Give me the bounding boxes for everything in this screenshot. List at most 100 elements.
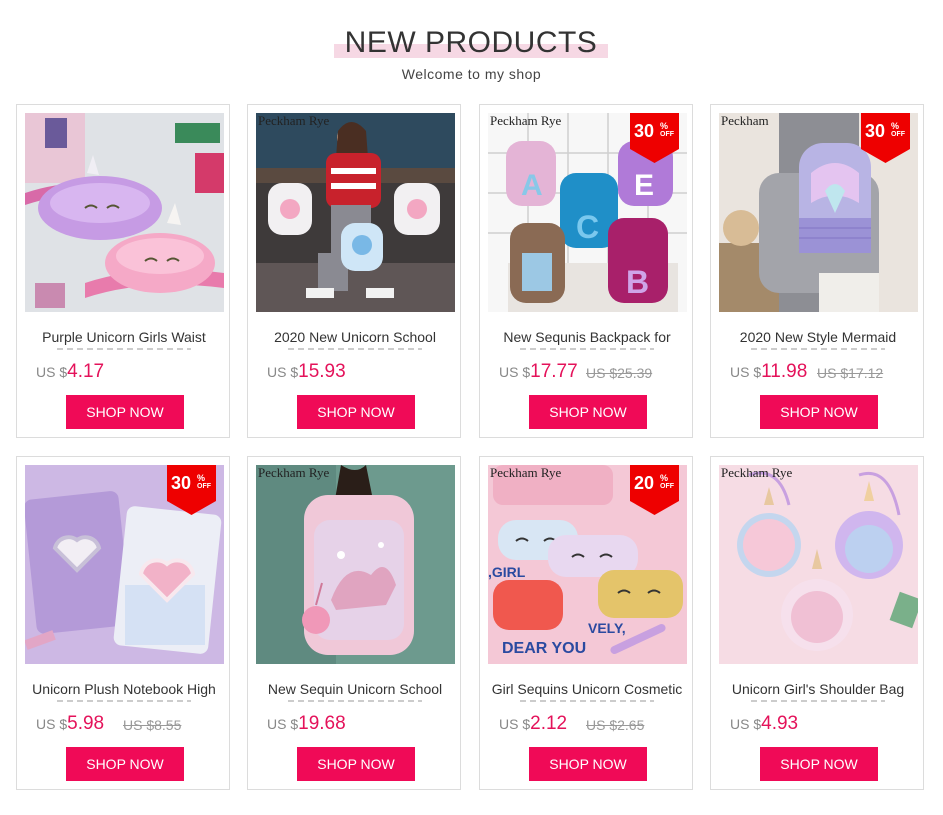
header: NEW PRODUCTS Welcome to my shop bbox=[0, 0, 943, 100]
discount-percent: 20 bbox=[634, 473, 655, 493]
product-image[interactable]: A E C B Peckham Rye 30% OFF bbox=[488, 113, 687, 312]
svg-text:C: C bbox=[576, 209, 599, 245]
page-title: NEW PRODUCTS bbox=[344, 26, 598, 59]
price-row: US $15.93 bbox=[267, 361, 346, 385]
price-row: US $2.12 bbox=[499, 713, 567, 737]
currency-label: US $ bbox=[730, 364, 762, 380]
currency-label: US $ bbox=[267, 364, 299, 380]
discount-off: OFF bbox=[197, 483, 211, 490]
discount-badge: 30% OFF bbox=[861, 113, 910, 163]
shop-now-button[interactable]: SHOP NOW bbox=[66, 747, 184, 781]
product-card[interactable]: Peckham 30% OFF 2020 New Style Mermaid US $1… bbox=[710, 104, 924, 438]
currency-label: US $ bbox=[730, 716, 762, 732]
svg-text:B: B bbox=[626, 264, 649, 300]
product-name-overflow bbox=[57, 698, 191, 704]
product-name[interactable]: Purple Unicorn Girls Waist bbox=[17, 329, 231, 345]
discount-off: OFF bbox=[891, 131, 905, 138]
discount-symbol: % bbox=[660, 473, 669, 483]
product-name-overflow bbox=[751, 346, 885, 352]
shop-now-button[interactable]: SHOP NOW bbox=[66, 395, 184, 429]
product-card[interactable]: A E C B Peckham Rye 30% OFF New Sequnis Bac… bbox=[479, 104, 693, 438]
discount-off: OFF bbox=[660, 483, 674, 490]
discount-off: OFF bbox=[660, 131, 674, 138]
product-image[interactable]: Peckham Rye bbox=[256, 113, 455, 312]
product-image[interactable] bbox=[25, 113, 224, 312]
product-name[interactable]: 2020 New Unicorn School bbox=[248, 329, 462, 345]
product-image[interactable]: 30% OFF bbox=[25, 465, 224, 664]
original-price: US $25.39 bbox=[586, 365, 653, 381]
discount-badge: 30% OFF bbox=[630, 113, 679, 163]
current-price: 5.98 bbox=[67, 713, 105, 734]
shop-now-button[interactable]: SHOP NOW bbox=[297, 395, 415, 429]
brand-watermark: Peckham Rye bbox=[721, 465, 793, 480]
product-name-overflow bbox=[751, 698, 885, 704]
discount-symbol: % bbox=[197, 473, 206, 483]
brand-watermark: Peckham Rye bbox=[490, 465, 562, 480]
brand-watermark: Peckham Rye bbox=[490, 113, 562, 128]
product-name[interactable]: Unicorn Girl's Shoulder Bag bbox=[711, 681, 925, 697]
svg-text:A: A bbox=[521, 169, 543, 202]
shop-now-button[interactable]: SHOP NOW bbox=[297, 747, 415, 781]
currency-label: US $ bbox=[36, 364, 68, 380]
price-row: US $4.93 bbox=[730, 713, 798, 737]
product-card[interactable]: ,GIRL VELY, DEAR YOU Peckham Rye 20% OFF Gi… bbox=[479, 456, 693, 790]
title-block: NEW PRODUCTS bbox=[334, 26, 608, 60]
discount-percent: 30 bbox=[171, 473, 192, 493]
currency-label: US $ bbox=[36, 716, 68, 732]
product-name[interactable]: New Sequnis Backpack for bbox=[480, 329, 694, 345]
current-price: 4.93 bbox=[761, 713, 799, 734]
product-name[interactable]: Girl Sequins Unicorn Cosmetic bbox=[480, 681, 694, 697]
product-card[interactable]: Purple Unicorn Girls Waist US $4.17 SHOP N… bbox=[16, 104, 230, 438]
product-name[interactable]: Unicorn Plush Notebook High bbox=[17, 681, 231, 697]
product-image[interactable]: Peckham Rye bbox=[719, 465, 918, 664]
currency-label: US $ bbox=[267, 716, 299, 732]
product-name-overflow bbox=[520, 346, 654, 352]
brand-watermark: Peckham Rye bbox=[258, 465, 330, 480]
discount-badge: 30% OFF bbox=[167, 465, 216, 515]
svg-text:VELY,: VELY, bbox=[588, 620, 626, 636]
product-name-overflow bbox=[520, 698, 654, 704]
currency-label: US $ bbox=[499, 364, 531, 380]
current-price: 2.12 bbox=[530, 713, 568, 734]
current-price: 17.77 bbox=[530, 361, 578, 382]
price-row: US $11.98 bbox=[730, 361, 807, 385]
product-name-overflow bbox=[288, 698, 422, 704]
discount-percent: 30 bbox=[634, 121, 655, 141]
product-name-overflow bbox=[57, 346, 191, 352]
product-image[interactable]: ,GIRL VELY, DEAR YOU Peckham Rye 20% OFF bbox=[488, 465, 687, 664]
product-card[interactable]: 30% OFF Unicorn Plush Notebook High US $5.9… bbox=[16, 456, 230, 790]
page-subtitle: Welcome to my shop bbox=[401, 66, 542, 82]
svg-text:E: E bbox=[634, 169, 654, 202]
brand-watermark: Peckham bbox=[721, 113, 769, 128]
product-card[interactable]: Peckham Rye Unicorn Girl's Shoulder Bag US… bbox=[710, 456, 924, 790]
product-image[interactable]: Peckham 30% OFF bbox=[719, 113, 918, 312]
shop-now-button[interactable]: SHOP NOW bbox=[760, 747, 878, 781]
original-price: US $2.65 bbox=[586, 717, 645, 733]
current-price: 15.93 bbox=[298, 361, 346, 382]
product-name[interactable]: 2020 New Style Mermaid bbox=[711, 329, 925, 345]
current-price: 4.17 bbox=[67, 361, 105, 382]
discount-badge: 20% OFF bbox=[630, 465, 679, 515]
original-price: US $8.55 bbox=[123, 717, 182, 733]
svg-text:DEAR YOU: DEAR YOU bbox=[502, 640, 586, 657]
currency-label: US $ bbox=[499, 716, 531, 732]
brand-watermark: Peckham Rye bbox=[258, 113, 330, 128]
original-price: US $17.12 bbox=[817, 365, 884, 381]
price-row: US $5.98 bbox=[36, 713, 104, 737]
discount-percent: 30 bbox=[865, 121, 886, 141]
shop-now-button[interactable]: SHOP NOW bbox=[529, 747, 647, 781]
current-price: 19.68 bbox=[298, 713, 346, 734]
discount-symbol: % bbox=[660, 121, 669, 131]
current-price: 11.98 bbox=[761, 361, 808, 382]
shop-now-button[interactable]: SHOP NOW bbox=[529, 395, 647, 429]
discount-symbol: % bbox=[891, 121, 900, 131]
product-card[interactable]: Peckham Rye 2020 New Unicorn School US $15… bbox=[247, 104, 461, 438]
product-name-overflow bbox=[288, 346, 422, 352]
price-row: US $4.17 bbox=[36, 361, 104, 385]
product-card[interactable]: Peckham Rye New Sequin Unicorn School US $… bbox=[247, 456, 461, 790]
price-row: US $17.77 bbox=[499, 361, 578, 385]
price-row: US $19.68 bbox=[267, 713, 346, 737]
shop-now-button[interactable]: SHOP NOW bbox=[760, 395, 878, 429]
product-image[interactable]: Peckham Rye bbox=[256, 465, 455, 664]
product-name[interactable]: New Sequin Unicorn School bbox=[248, 681, 462, 697]
